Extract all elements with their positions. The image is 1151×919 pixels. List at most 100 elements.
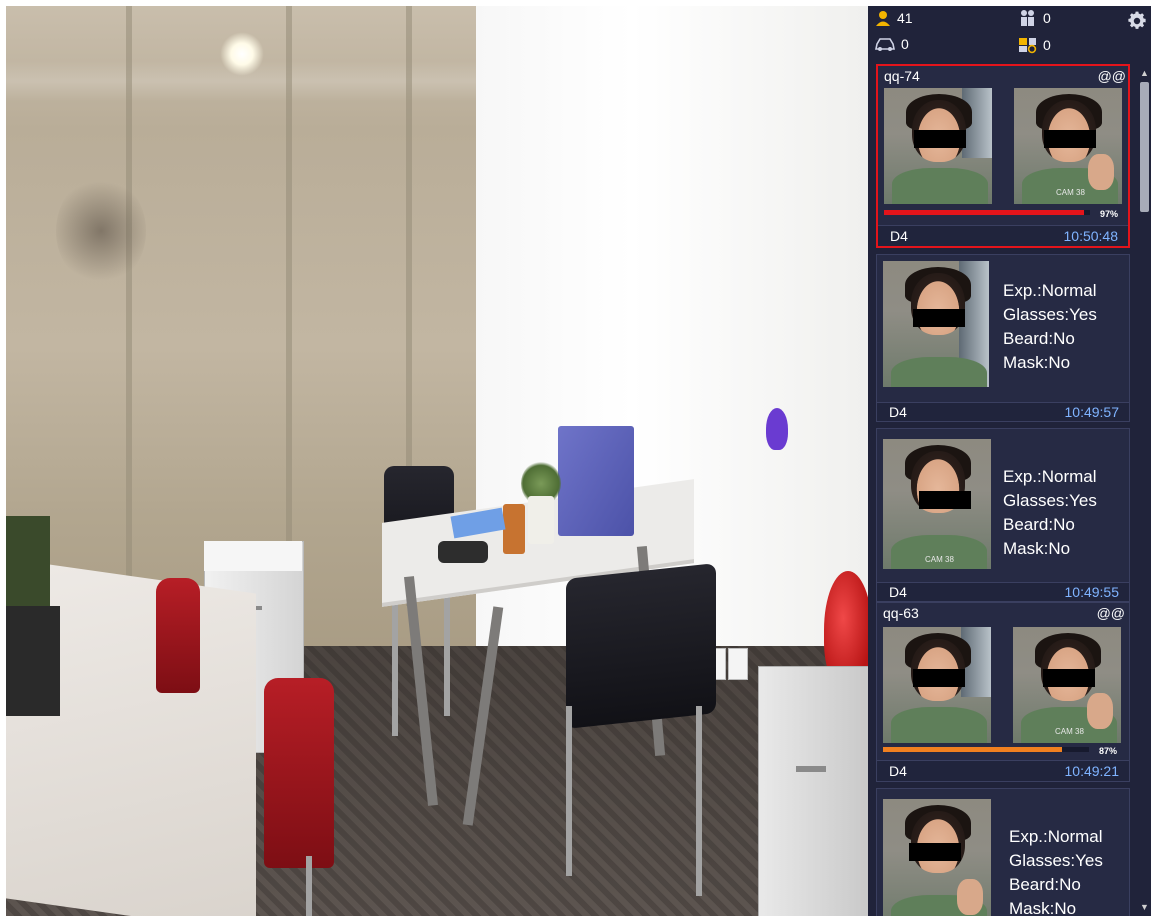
matched-person-name: qq-74	[884, 68, 920, 84]
ceiling-light	[220, 32, 264, 76]
channel-label: D4	[889, 584, 907, 600]
similarity-bar	[883, 747, 1089, 752]
privacy-mask	[919, 491, 971, 509]
glass-post	[286, 6, 292, 606]
attribute-card[interactable]: Exp.:Normal Glasses:Yes Beard:No Mask:No…	[876, 254, 1130, 422]
surveillance-window: 41 0 0 0 qq-74 @@ CAM 38 97% D4 10:50:48…	[6, 6, 1151, 916]
capture-time: 10:49:21	[1064, 763, 1120, 779]
cabinet-top	[204, 541, 302, 571]
capture-time: 10:50:48	[1063, 228, 1119, 244]
plate-stat: 0	[1018, 36, 1051, 54]
attribute-card[interactable]: CAM 38 Exp.:Normal Glasses:Yes Beard:No …	[876, 428, 1130, 602]
face-count: 41	[897, 10, 913, 26]
match-card[interactable]: qq-74 @@ CAM 38 97% D4 10:50:48	[876, 64, 1130, 248]
capture-footer: D4 10:49:55	[877, 582, 1129, 601]
people-count: 0	[1043, 10, 1051, 26]
red-chair	[264, 678, 334, 868]
scroll-thumb[interactable]	[1140, 82, 1149, 212]
privacy-mask	[1043, 669, 1095, 687]
glass-post	[126, 6, 132, 606]
plate-count: 0	[1043, 37, 1051, 53]
expression-attribute: Exp.:Normal	[1003, 281, 1097, 300]
attribute-list: Exp.:Normal Glasses:Yes Beard:No Mask:No	[1003, 465, 1097, 561]
captured-face-thumbnail[interactable]: CAM 38	[883, 799, 991, 916]
gear-icon	[1128, 11, 1146, 29]
capture-footer: D4 10:49:57	[877, 402, 1129, 421]
scroll-down-arrow-icon[interactable]: ▼	[1139, 900, 1150, 914]
desk-phone	[438, 541, 488, 563]
pen-holder	[503, 504, 525, 554]
beard-attribute: Beard:No	[1009, 875, 1081, 894]
similarity-bar	[884, 210, 1090, 215]
capture-time: 10:49:55	[1064, 584, 1120, 600]
channel-label: D4	[890, 228, 908, 244]
attribute-list: Exp.:Normal Glasses:Yes Beard:No Mask:No	[1009, 825, 1103, 916]
matched-person-name: qq-63	[883, 605, 919, 621]
glasses-attribute: Glasses:Yes	[1003, 491, 1097, 510]
people-counting-icon	[1021, 10, 1034, 26]
attribute-card[interactable]: CAM 38 Exp.:Normal Glasses:Yes Beard:No …	[876, 788, 1130, 916]
captured-face-thumbnail[interactable]: CAM 38	[883, 439, 991, 569]
match-header: qq-63 @@	[883, 603, 1127, 623]
chair-leg	[696, 706, 702, 896]
red-chair	[156, 578, 200, 693]
captured-face-thumbnail[interactable]	[884, 88, 992, 204]
channel-label: D4	[889, 763, 907, 779]
camera-watermark: CAM 38	[1055, 727, 1084, 736]
chair-leg	[566, 706, 572, 876]
face-detection-panel: 41 0 0 0 qq-74 @@ CAM 38 97% D4 10:50:48…	[868, 6, 1151, 916]
expression-attribute: Exp.:Normal	[1003, 467, 1097, 486]
vehicle-icon	[875, 38, 895, 51]
privacy-mask	[913, 669, 965, 687]
scroll-up-arrow-icon[interactable]: ▲	[1139, 66, 1150, 80]
filing-cabinet-right	[758, 666, 868, 916]
similarity-percent: 87%	[1099, 746, 1118, 756]
camera-watermark: CAM 38	[925, 915, 954, 916]
power-outlet	[728, 648, 748, 680]
face-stat: 41	[874, 9, 913, 27]
wall-shadow	[56, 176, 146, 286]
channel-label: D4	[889, 404, 907, 420]
file-organizer	[558, 426, 634, 536]
plant-pot	[528, 496, 554, 544]
wire-basket	[6, 606, 60, 716]
expression-attribute: Exp.:Normal	[1009, 827, 1103, 846]
mask-attribute: Mask:No	[1003, 353, 1071, 372]
database-face-thumbnail[interactable]: CAM 38	[1013, 627, 1121, 743]
glasses-attribute: Glasses:Yes	[1003, 305, 1097, 324]
wall-sticker	[766, 408, 788, 450]
mask-attribute: Mask:No	[1003, 539, 1071, 558]
chair-leg	[306, 856, 312, 916]
vehicle-stat: 0	[874, 36, 909, 52]
capture-list-scrollbar[interactable]: ▲ ▼	[1138, 64, 1151, 916]
similarity-fill	[884, 210, 1084, 215]
glasses-attribute: Glasses:Yes	[1009, 851, 1103, 870]
capture-list[interactable]: qq-74 @@ CAM 38 97% D4 10:50:48 Exp.:Nor…	[872, 64, 1134, 916]
plate-recognition-icon	[1019, 38, 1037, 54]
statistics-bar: 41 0 0 0	[868, 6, 1151, 64]
similarity-percent: 97%	[1100, 209, 1119, 219]
match-card[interactable]: qq-63 @@ CAM 38 87% D4 10:49:21	[876, 602, 1130, 782]
mask-attribute: Mask:No	[1009, 899, 1077, 916]
captured-face-thumbnail[interactable]	[883, 261, 989, 387]
match-tag: @@	[1097, 68, 1126, 84]
cabinet-handle	[796, 766, 826, 772]
database-face-thumbnail[interactable]: CAM 38	[1014, 88, 1122, 204]
capture-time: 10:49:57	[1064, 404, 1120, 420]
camera-watermark: CAM 38	[1056, 188, 1085, 197]
desk-organizer	[6, 516, 50, 616]
match-tag: @@	[1096, 605, 1125, 621]
settings-button[interactable]	[1126, 10, 1148, 32]
privacy-mask	[914, 130, 966, 148]
camera-live-view[interactable]	[6, 6, 868, 916]
capture-footer: D4 10:50:48	[878, 225, 1128, 246]
camera-watermark: CAM 38	[925, 555, 954, 564]
captured-face-thumbnail[interactable]	[883, 627, 991, 743]
vehicle-count: 0	[901, 36, 909, 52]
person-face-icon	[876, 11, 890, 26]
match-header: qq-74 @@	[884, 66, 1128, 86]
privacy-mask	[913, 309, 965, 327]
privacy-mask	[909, 843, 961, 861]
office-chair	[566, 563, 716, 729]
capture-footer: D4 10:49:21	[877, 760, 1129, 781]
